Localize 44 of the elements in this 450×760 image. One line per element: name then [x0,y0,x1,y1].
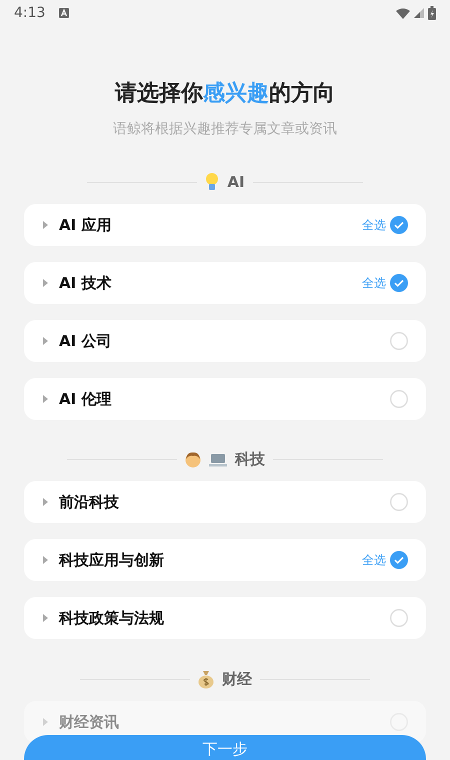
expand-arrow-icon[interactable] [43,395,48,403]
topic-card[interactable]: AI 伦理 [24,378,426,420]
expand-arrow-icon[interactable] [43,337,48,345]
expand-arrow-icon[interactable] [43,279,48,287]
topic-card[interactable]: 前沿科技 [24,481,426,523]
topic-label: AI 应用 [59,216,112,234]
person-icon [185,450,201,468]
battery-icon [428,6,436,20]
page-title: 请选择你感兴趣的方向 [114,80,336,108]
topic-label: AI 公司 [59,332,112,350]
topic-card[interactable]: 科技应用与创新 全选 [24,539,426,581]
expand-arrow-icon[interactable] [43,614,48,622]
topic-card[interactable]: AI 应用 全选 [24,204,426,246]
checked-checkbox[interactable] [390,274,408,292]
checked-checkbox[interactable] [390,216,408,234]
unchecked-checkbox[interactable] [390,493,408,511]
lightbulb-icon [205,172,220,192]
section-title: 科技 [235,450,265,469]
topic-label: AI 伦理 [59,390,112,408]
wifi-icon [396,8,410,18]
money-bag-icon [198,669,214,689]
expand-arrow-icon[interactable] [43,221,48,229]
section-title: 财经 [222,670,252,688]
expand-arrow-icon[interactable] [43,498,48,506]
page-subtitle: 语鲸将根据兴趣推荐专属文章或资讯 [112,120,338,138]
section-title: AI [227,173,245,191]
unchecked-checkbox[interactable] [390,609,408,627]
unchecked-checkbox[interactable] [390,390,408,408]
topic-label: AI 技术 [59,274,112,292]
topic-card[interactable]: 科技政策与法规 [24,597,426,639]
checked-checkbox[interactable] [390,551,408,569]
topic-label: 科技应用与创新 [59,550,164,570]
signal-icon [414,8,424,18]
topic-label: 财经资讯 [59,712,119,732]
expand-arrow-icon[interactable] [43,718,48,726]
laptop-icon [209,452,227,466]
status-time: 4:13 [14,5,46,21]
expand-arrow-icon[interactable] [43,556,48,564]
topic-label: 前沿科技 [59,492,119,512]
unchecked-checkbox[interactable] [390,332,408,350]
topic-card[interactable]: AI 公司 [24,320,426,362]
topic-card[interactable]: AI 技术 全选 [24,262,426,304]
notification-icon [59,8,70,18]
topic-label: 科技政策与法规 [59,608,164,628]
